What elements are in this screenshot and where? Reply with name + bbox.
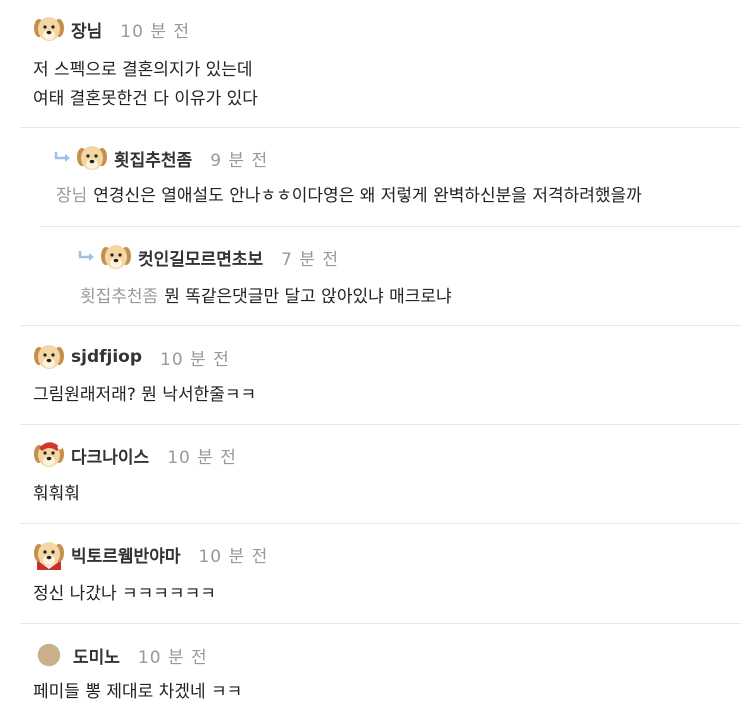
comment-time: 10 분 전 bbox=[137, 647, 208, 668]
comment-body: 그림원래저래? 뭔 낙서한줄ㅋㅋ bbox=[33, 385, 257, 405]
comment-author[interactable]: 빅토르웸반야마 bbox=[71, 542, 180, 567]
puppy-icon[interactable] bbox=[100, 241, 132, 273]
comment-author[interactable]: sjdfjiop bbox=[71, 347, 142, 367]
reply-arrow-icon bbox=[78, 250, 96, 263]
puppy-red-cape-icon[interactable] bbox=[33, 538, 65, 570]
comment-author[interactable]: 컷인길모르면초보 bbox=[138, 245, 263, 270]
reply-comment-item: 컷인길모르면초보 7 분 전 횟집추천좀 뭔 똑같은댓글만 달고 앉아있냐 매크로… bbox=[20, 226, 741, 326]
comment-time: 10 분 전 bbox=[167, 447, 237, 468]
comment-body: 훠훠훠 bbox=[33, 484, 80, 504]
comment-time: 10 분 전 bbox=[198, 546, 269, 567]
reply-mention[interactable]: 횟집추천좀 bbox=[80, 287, 158, 307]
comment-body: 페미들 뽕 제대로 차겠네 ㅋㅋ bbox=[33, 682, 243, 702]
comment-header: 도미노 10 분 전 bbox=[37, 638, 208, 672]
comment-item: sjdfjiop 10 분 전 그림원래저래? 뭔 낙서한줄ㅋㅋ bbox=[20, 325, 741, 425]
puppy-icon[interactable] bbox=[33, 341, 65, 373]
comment-header: 컷인길모르면초보 7 분 전 bbox=[78, 240, 339, 274]
comment-item: 다크나이스 10 분 전 훠훠훠 bbox=[20, 424, 741, 524]
comment-time: 7 분 전 bbox=[281, 249, 340, 270]
comment-header: 다크나이스 10 분 전 bbox=[33, 438, 237, 472]
tan-circle-icon[interactable] bbox=[37, 643, 61, 667]
puppy-icon[interactable] bbox=[76, 142, 108, 174]
comment-item: 빅토르웸반야마 10 분 전 정신 나갔나 ㅋㅋㅋㅋㅋㅋ bbox=[20, 523, 741, 624]
comment-time: 10 분 전 bbox=[120, 21, 191, 42]
reply-mention[interactable]: 장님 bbox=[56, 186, 87, 206]
comment-header: 횟집추천좀 9 분 전 bbox=[54, 141, 268, 175]
comment-author[interactable]: 도미노 bbox=[73, 643, 120, 668]
comment-body: 저 스펙으로 결혼의지가 있는데 여태 결혼못한건 다 이유가 있다 bbox=[33, 60, 258, 109]
comment-item: 도미노 10 분 전 페미들 뽕 제대로 차겠네 ㅋㅋ bbox=[20, 623, 741, 718]
comment-author[interactable]: 다크나이스 bbox=[71, 443, 149, 468]
puppy-icon[interactable] bbox=[33, 13, 65, 45]
comment-body: 정신 나갔나 ㅋㅋㅋㅋㅋㅋ bbox=[33, 584, 216, 604]
comment-body: 장님 연경신은 열애설도 안나ㅎㅎ이다영은 왜 저렇게 완벽하신분을 저격하려했을… bbox=[56, 186, 642, 206]
puppy-red-hat-icon[interactable] bbox=[33, 439, 65, 471]
comment-header: 장님 10 분 전 bbox=[33, 12, 190, 46]
reply-comment-item: 횟집추천좀 9 분 전 장님 연경신은 열애설도 안나ㅎㅎ이다영은 왜 저렇게 완… bbox=[40, 127, 741, 227]
comment-header: 빅토르웸반야마 10 분 전 bbox=[33, 537, 268, 571]
comment-author[interactable]: 장님 bbox=[71, 17, 102, 42]
reply-arrow-icon bbox=[54, 151, 72, 164]
comment-author[interactable]: 횟집추천좀 bbox=[114, 146, 192, 171]
comment-item: 장님 10 분 전 저 스펙으로 결혼의지가 있는데 여태 결혼못한건 다 이유… bbox=[20, 0, 741, 128]
comment-time: 9 분 전 bbox=[210, 150, 269, 171]
comment-time: 10 분 전 bbox=[160, 349, 230, 370]
comment-body: 횟집추천좀 뭔 똑같은댓글만 달고 앉아있냐 매크로냐 bbox=[80, 287, 452, 307]
comment-header: sjdfjiop 10 분 전 bbox=[33, 340, 230, 374]
